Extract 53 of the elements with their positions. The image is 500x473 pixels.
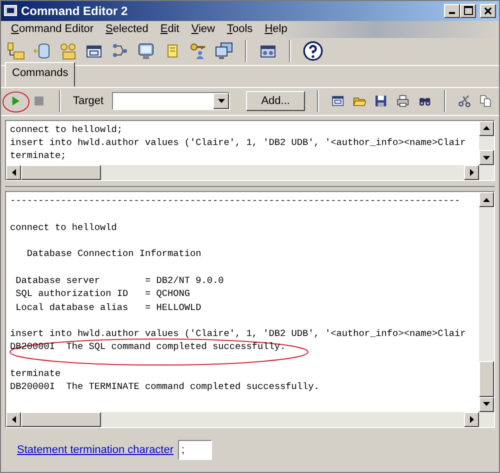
output-line: SQL authorization ID = QCHONG (14, 287, 190, 301)
command-editor[interactable]: connect to hellowld; insert into hwld.author values ('Claire', 1, 'DB2 UDB', '<author_info><name>Clair terminate; (6, 120, 479, 166)
target-label: Target (73, 94, 104, 109)
output-line: -------------------------------------------------------------------------------- (10, 194, 460, 208)
arrow-down-icon (483, 156, 490, 160)
output-line: Database server = DB2/NT 9.0.0 (14, 274, 224, 288)
arrow-down-icon (483, 402, 490, 406)
output-line: Database Connection Information (26, 247, 202, 261)
vertical-scrollbar[interactable] (479, 120, 494, 166)
app-icon (4, 5, 17, 16)
scroll-thumb[interactable] (479, 360, 494, 397)
output-line: terminate (10, 367, 61, 380)
target-combobox[interactable] (112, 92, 230, 110)
key-user-icon[interactable] (189, 42, 207, 60)
menu-item[interactable]: Help (258, 21, 294, 38)
minimize-button[interactable] (444, 4, 460, 18)
output-line: DB20000I The TERMINATE command completed successfully. (10, 380, 320, 394)
arrow-up-icon (483, 126, 490, 130)
database-icon[interactable] (33, 42, 51, 60)
highlight-ellipse (2, 91, 30, 114)
scroll-thumb[interactable] (21, 412, 101, 427)
arrow-up-icon (483, 198, 490, 202)
menu-item[interactable]: Tools (221, 21, 259, 38)
output-line: insert into hwld.author values ('Claire', 1, 'DB2 UDB', '<author_info><name>Clair (10, 327, 466, 340)
maximize-button[interactable] (460, 4, 476, 18)
menu-item[interactable]: View (185, 21, 221, 38)
close-button[interactable] (480, 4, 496, 18)
scroll-thumb[interactable] (21, 165, 101, 180)
arrow-right-icon (470, 416, 474, 423)
vertical-scrollbar[interactable] (479, 192, 494, 412)
arrow-left-icon (12, 169, 16, 176)
arrow-right-icon (470, 169, 474, 176)
add-button[interactable]: Add... (246, 90, 305, 112)
menu-item[interactable]: Command Editor (5, 21, 100, 38)
computers-icon[interactable] (215, 42, 233, 60)
maximize-icon (464, 6, 472, 16)
commands-tab[interactable]: Commands (5, 62, 76, 87)
horizontal-scrollbar[interactable] (6, 165, 494, 180)
horizontal-scrollbar[interactable] (6, 412, 494, 427)
window-title: Command Editor 2 (21, 2, 128, 20)
menu-item[interactable]: Selected (100, 21, 154, 38)
termination-character-field[interactable]: ; (178, 440, 212, 460)
folder-tree-icon[interactable] (7, 42, 25, 60)
arrow-left-icon (12, 416, 16, 423)
help-icon[interactable] (303, 41, 323, 62)
output-line: Local database alias = HELLOWLD (14, 300, 202, 314)
close-icon (484, 6, 492, 15)
menu-item[interactable]: Edit (154, 21, 186, 38)
statement-termination-link[interactable]: Statement termination character (17, 442, 174, 458)
output-line: connect to hellowld (10, 220, 117, 234)
minimize-icon (449, 12, 455, 14)
arrow-down-icon (218, 99, 225, 104)
monitor-icon[interactable] (137, 42, 155, 60)
